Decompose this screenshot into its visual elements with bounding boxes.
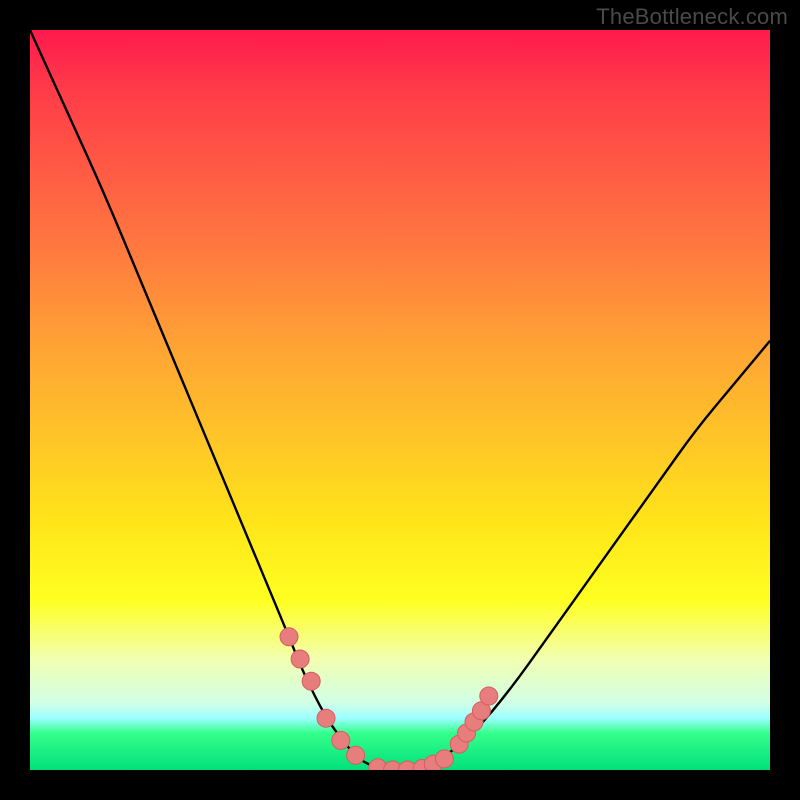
marker-point	[317, 709, 335, 727]
markers-group	[280, 628, 498, 770]
marker-point	[480, 687, 498, 705]
bottleneck-curve	[30, 30, 770, 770]
plot-area	[30, 30, 770, 770]
marker-point	[291, 650, 309, 668]
marker-point	[302, 672, 320, 690]
bottleneck-chart-svg	[30, 30, 770, 770]
watermark: TheBottleneck.com	[596, 4, 788, 30]
marker-point	[332, 731, 350, 749]
marker-point	[280, 628, 298, 646]
marker-point	[435, 750, 453, 768]
marker-point	[347, 746, 365, 764]
chart-frame: TheBottleneck.com	[0, 0, 800, 800]
